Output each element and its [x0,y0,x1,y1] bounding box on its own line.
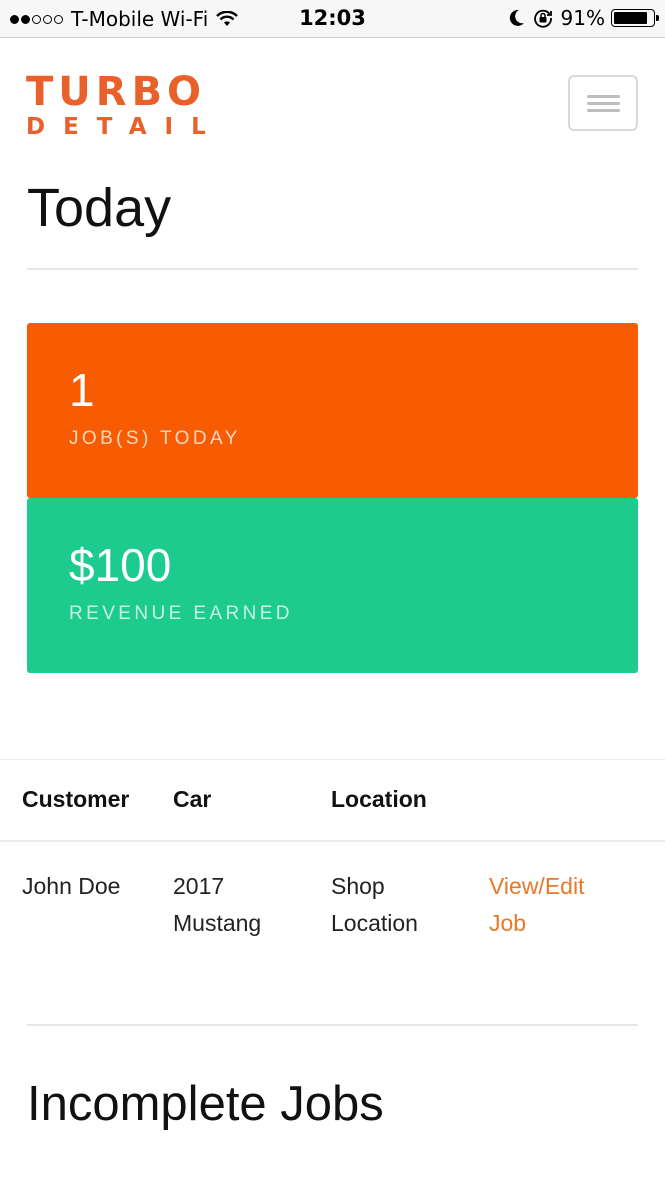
cell-car-year: 2017 [173,873,225,899]
revenue-earned-card: $100 REVENUE EARNED [27,498,638,673]
cell-location-line1: Shop [331,873,385,899]
moon-icon [509,9,524,26]
battery-percent: 91% [560,6,605,30]
hamburger-menu-icon[interactable] [568,75,638,131]
page-title: Today [27,178,172,238]
cell-customer: John Doe [22,873,121,899]
cell-car-model: Mustang [173,910,262,936]
cell-car: 2017 Mustang [173,868,261,942]
jobs-today-value: 1 [69,364,95,416]
logo-text-turbo: TURBO [26,69,207,115]
view-edit-job-link[interactable]: View/Edit Job [489,868,584,942]
view-edit-job-link-line1[interactable]: View/Edit [489,868,584,905]
divider [27,1024,638,1026]
status-bar: T-Mobile Wi-Fi 12:03 91% [0,0,665,38]
table-top-border [0,759,665,760]
column-header-location: Location [331,786,427,812]
cell-location-line2: Location [331,910,418,936]
revenue-earned-value: $100 [69,539,172,591]
logo-text-detail: DETAIL [26,114,224,140]
column-header-car: Car [173,786,212,812]
revenue-earned-label: REVENUE EARNED [69,603,293,624]
rotation-lock-icon [533,9,552,28]
incomplete-jobs-title: Incomplete Jobs [27,1077,384,1131]
table-header-border [0,840,665,842]
divider [27,268,638,270]
jobs-today-label: JOB(S) TODAY [69,428,241,449]
turbo-detail-logo[interactable]: TURBO DETAIL [26,72,224,140]
jobs-today-card: 1 JOB(S) TODAY [27,323,638,498]
battery-icon [611,9,659,27]
column-header-customer: Customer [22,786,130,812]
cell-location: Shop Location [331,868,418,942]
view-edit-job-link-line2[interactable]: Job [489,905,584,942]
